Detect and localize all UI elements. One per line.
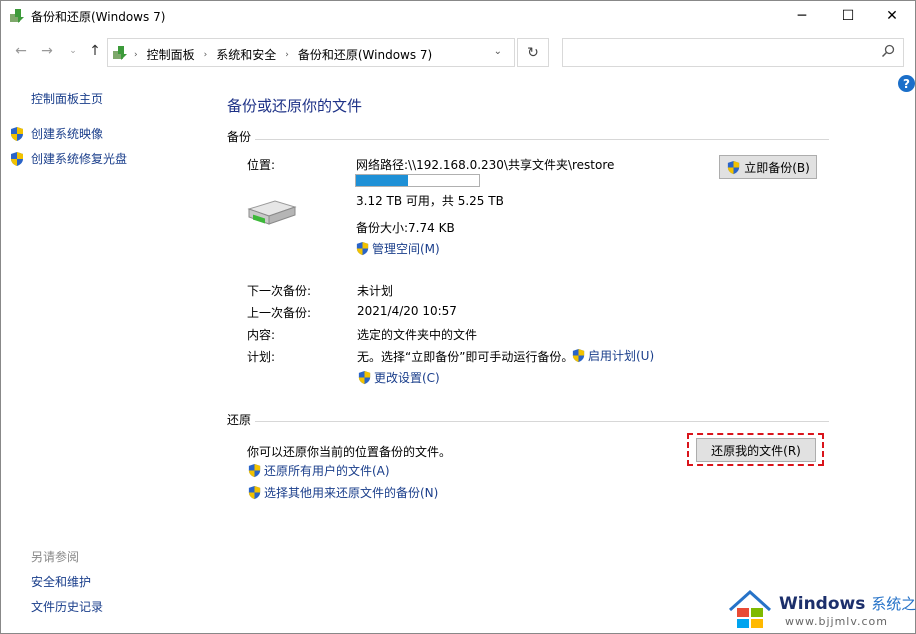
create-repair-disc-link[interactable]: 创建系统修复光盘 (9, 150, 127, 167)
location-value: 网络路径:\\192.168.0.230\共享文件夹\restore (356, 158, 615, 172)
next-backup-value: 未计划 (357, 284, 394, 298)
change-settings-label: 更改设置(C) (374, 371, 440, 385)
search-icon[interactable] (881, 44, 895, 58)
watermark-brand: Windows 系统之家 (779, 593, 916, 614)
uac-shield-icon (356, 241, 369, 256)
location-label: 位置: (247, 158, 276, 172)
minimize-button[interactable]: ─ (779, 1, 825, 31)
forward-arrow-icon: → (41, 43, 53, 59)
uac-shield-icon (572, 348, 585, 363)
uac-shield-icon (248, 463, 261, 478)
breadcrumb-control-panel[interactable]: 控制面板 (147, 46, 195, 63)
chevron-right-icon[interactable]: › (204, 50, 208, 60)
chevron-down-icon: ⌄ (69, 46, 77, 56)
network-drive-icon (247, 200, 297, 225)
uac-shield-icon (728, 160, 740, 174)
backup-now-label: 立即备份(B) (744, 160, 810, 175)
close-button[interactable]: ✕ (869, 1, 915, 31)
breadcrumb-backup-restore[interactable]: 备份和还原(Windows 7) (298, 46, 432, 63)
control-panel-icon (113, 46, 127, 60)
restore-divider (255, 421, 829, 422)
next-backup-label: 下一次备份: (247, 284, 312, 298)
maximize-button[interactable]: ☐ (825, 1, 871, 31)
create-system-image-link[interactable]: 创建系统映像 (9, 125, 103, 142)
backup-app-icon (10, 9, 24, 23)
enable-schedule-label: 启用计划(U) (588, 349, 655, 363)
select-other-backup-link[interactable]: 选择其他用来还原文件的备份(N) (247, 484, 438, 501)
restore-section-heading: 还原 (227, 413, 252, 427)
address-dropdown-icon[interactable]: ⌄ (494, 46, 502, 57)
schedule-label: 计划: (247, 350, 276, 364)
maximize-icon: ☐ (841, 8, 855, 24)
search-box[interactable] (562, 38, 904, 67)
last-backup-label: 上一次备份: (247, 306, 312, 320)
title-bar: 备份和还原(Windows 7) ─ ☐ ✕ (1, 1, 915, 31)
enable-schedule-link[interactable]: 启用计划(U) (571, 347, 654, 364)
file-history-link[interactable]: 文件历史记录 (31, 598, 103, 615)
backup-section-heading: 备份 (227, 130, 252, 144)
contents-value: 选定的文件夹中的文件 (357, 328, 478, 342)
restore-all-users-link[interactable]: 还原所有用户的文件(A) (247, 462, 390, 479)
select-other-backup-label: 选择其他用来还原文件的备份(N) (264, 486, 439, 500)
disk-usage-fill (356, 175, 408, 186)
chevron-right-icon[interactable]: › (285, 50, 289, 60)
breadcrumb-system-security[interactable]: 系统和安全 (216, 46, 276, 63)
back-arrow-icon: ← (15, 43, 27, 59)
control-panel-home-link[interactable]: 控制面板主页 (31, 90, 103, 107)
help-icon[interactable]: ? (898, 75, 915, 92)
schedule-value: 无。选择“立即备份”即可手动运行备份。 (357, 350, 574, 364)
free-space-text: 3.12 TB 可用，共 5.25 TB (356, 194, 504, 208)
page-title: 备份或还原你的文件 (227, 97, 363, 115)
restore-all-users-label: 还原所有用户的文件(A) (264, 464, 390, 478)
contents-label: 内容: (247, 328, 276, 342)
minimize-icon: ─ (797, 8, 807, 24)
watermark-url: www.bjjmlv.com (785, 615, 888, 628)
restore-description: 你可以还原你当前的位置备份的文件。 (247, 445, 452, 459)
close-icon: ✕ (886, 8, 898, 24)
chevron-right-icon: › (134, 49, 138, 60)
backup-restore-window: 备份和还原(Windows 7) ─ ☐ ✕ ← → ⌄ ↑ › 控制面板 › … (0, 0, 916, 634)
up-button[interactable]: ↑ (85, 41, 105, 61)
up-arrow-icon: ↑ (89, 43, 101, 59)
window-title: 备份和还原(Windows 7) (31, 10, 166, 24)
backup-now-button[interactable]: 立即备份(B) (719, 155, 817, 179)
recent-locations-button[interactable]: ⌄ (63, 41, 83, 61)
search-input[interactable] (567, 43, 867, 62)
manage-space-link[interactable]: 管理空间(M) (355, 240, 440, 257)
address-bar[interactable]: › 控制面板 › 系统和安全 › 备份和还原(Windows 7) ⌄ (107, 38, 515, 67)
breadcrumb: › 控制面板 › 系统和安全 › 备份和还原(Windows 7) (134, 46, 432, 63)
create-repair-disc-label: 创建系统修复光盘 (31, 152, 128, 166)
backup-size-text: 备份大小:7.74 KB (356, 221, 455, 235)
restore-my-files-button[interactable]: 还原我的文件(R) (696, 438, 816, 462)
watermark-brand-en: Windows (779, 594, 866, 614)
change-settings-link[interactable]: 更改设置(C) (357, 369, 440, 386)
manage-space-label: 管理空间(M) (372, 242, 440, 256)
watermark-brand-cn: 系统之家 (871, 595, 916, 613)
uac-shield-icon (248, 485, 261, 500)
see-also-heading: 另请参阅 (31, 550, 80, 564)
restore-my-files-label: 还原我的文件(R) (711, 443, 801, 458)
left-pane: 控制面板主页 创建系统映像 创建系统修复光盘 另请参阅 安全和维护 文件历史记录 (1, 71, 211, 631)
last-backup-value: 2021/4/20 10:57 (357, 304, 457, 318)
back-button[interactable]: ← (11, 41, 31, 61)
windows-logo-icon (728, 589, 772, 628)
navigation-bar: ← → ⌄ ↑ › 控制面板 › 系统和安全 › 备份和还原(Windows 7… (1, 35, 915, 69)
uac-shield-icon (11, 151, 23, 166)
uac-shield-icon (358, 370, 371, 385)
create-system-image-label: 创建系统映像 (31, 127, 104, 141)
forward-button[interactable]: → (37, 41, 57, 61)
uac-shield-icon (11, 126, 23, 141)
refresh-button[interactable]: ↻ (517, 38, 549, 67)
backup-divider (255, 139, 829, 140)
watermark: Windows 系统之家 www.bjjmlv.com (727, 587, 916, 633)
security-maintenance-link[interactable]: 安全和维护 (31, 573, 91, 590)
refresh-icon: ↻ (527, 44, 539, 61)
disk-usage-bar (355, 174, 480, 187)
